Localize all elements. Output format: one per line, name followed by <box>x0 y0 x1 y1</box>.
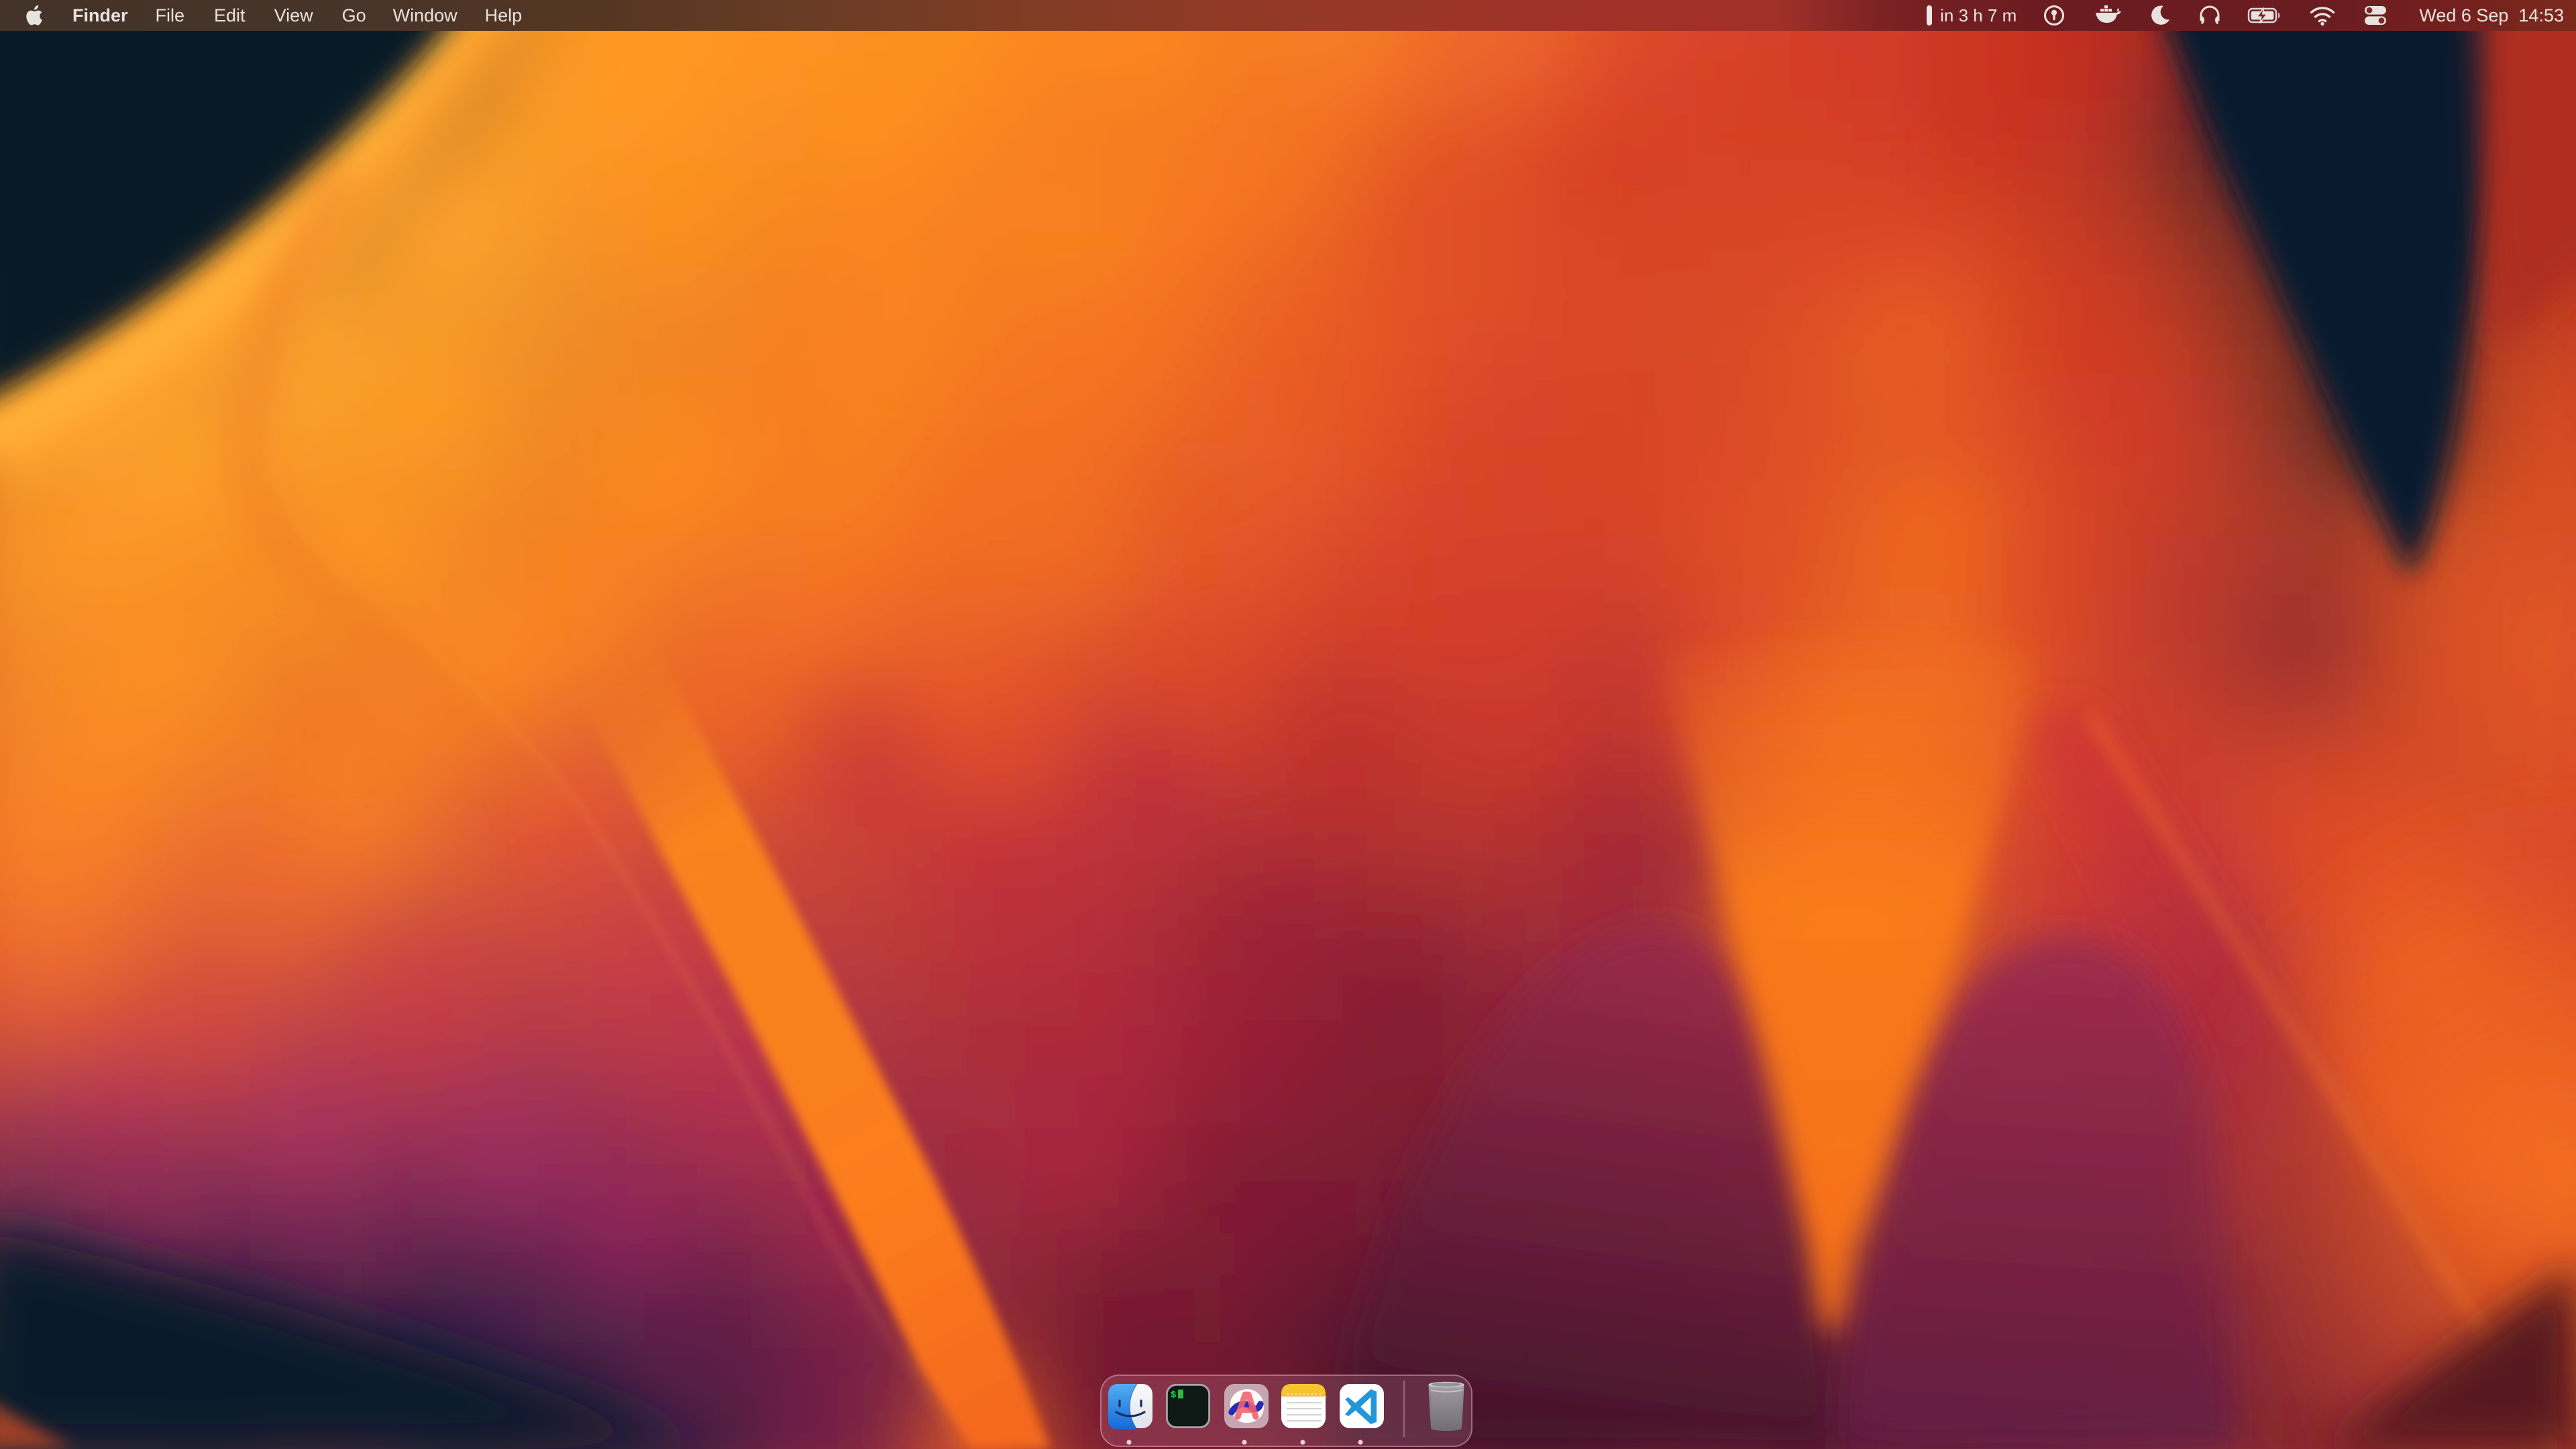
svg-text:$: $ <box>1171 1390 1176 1401</box>
